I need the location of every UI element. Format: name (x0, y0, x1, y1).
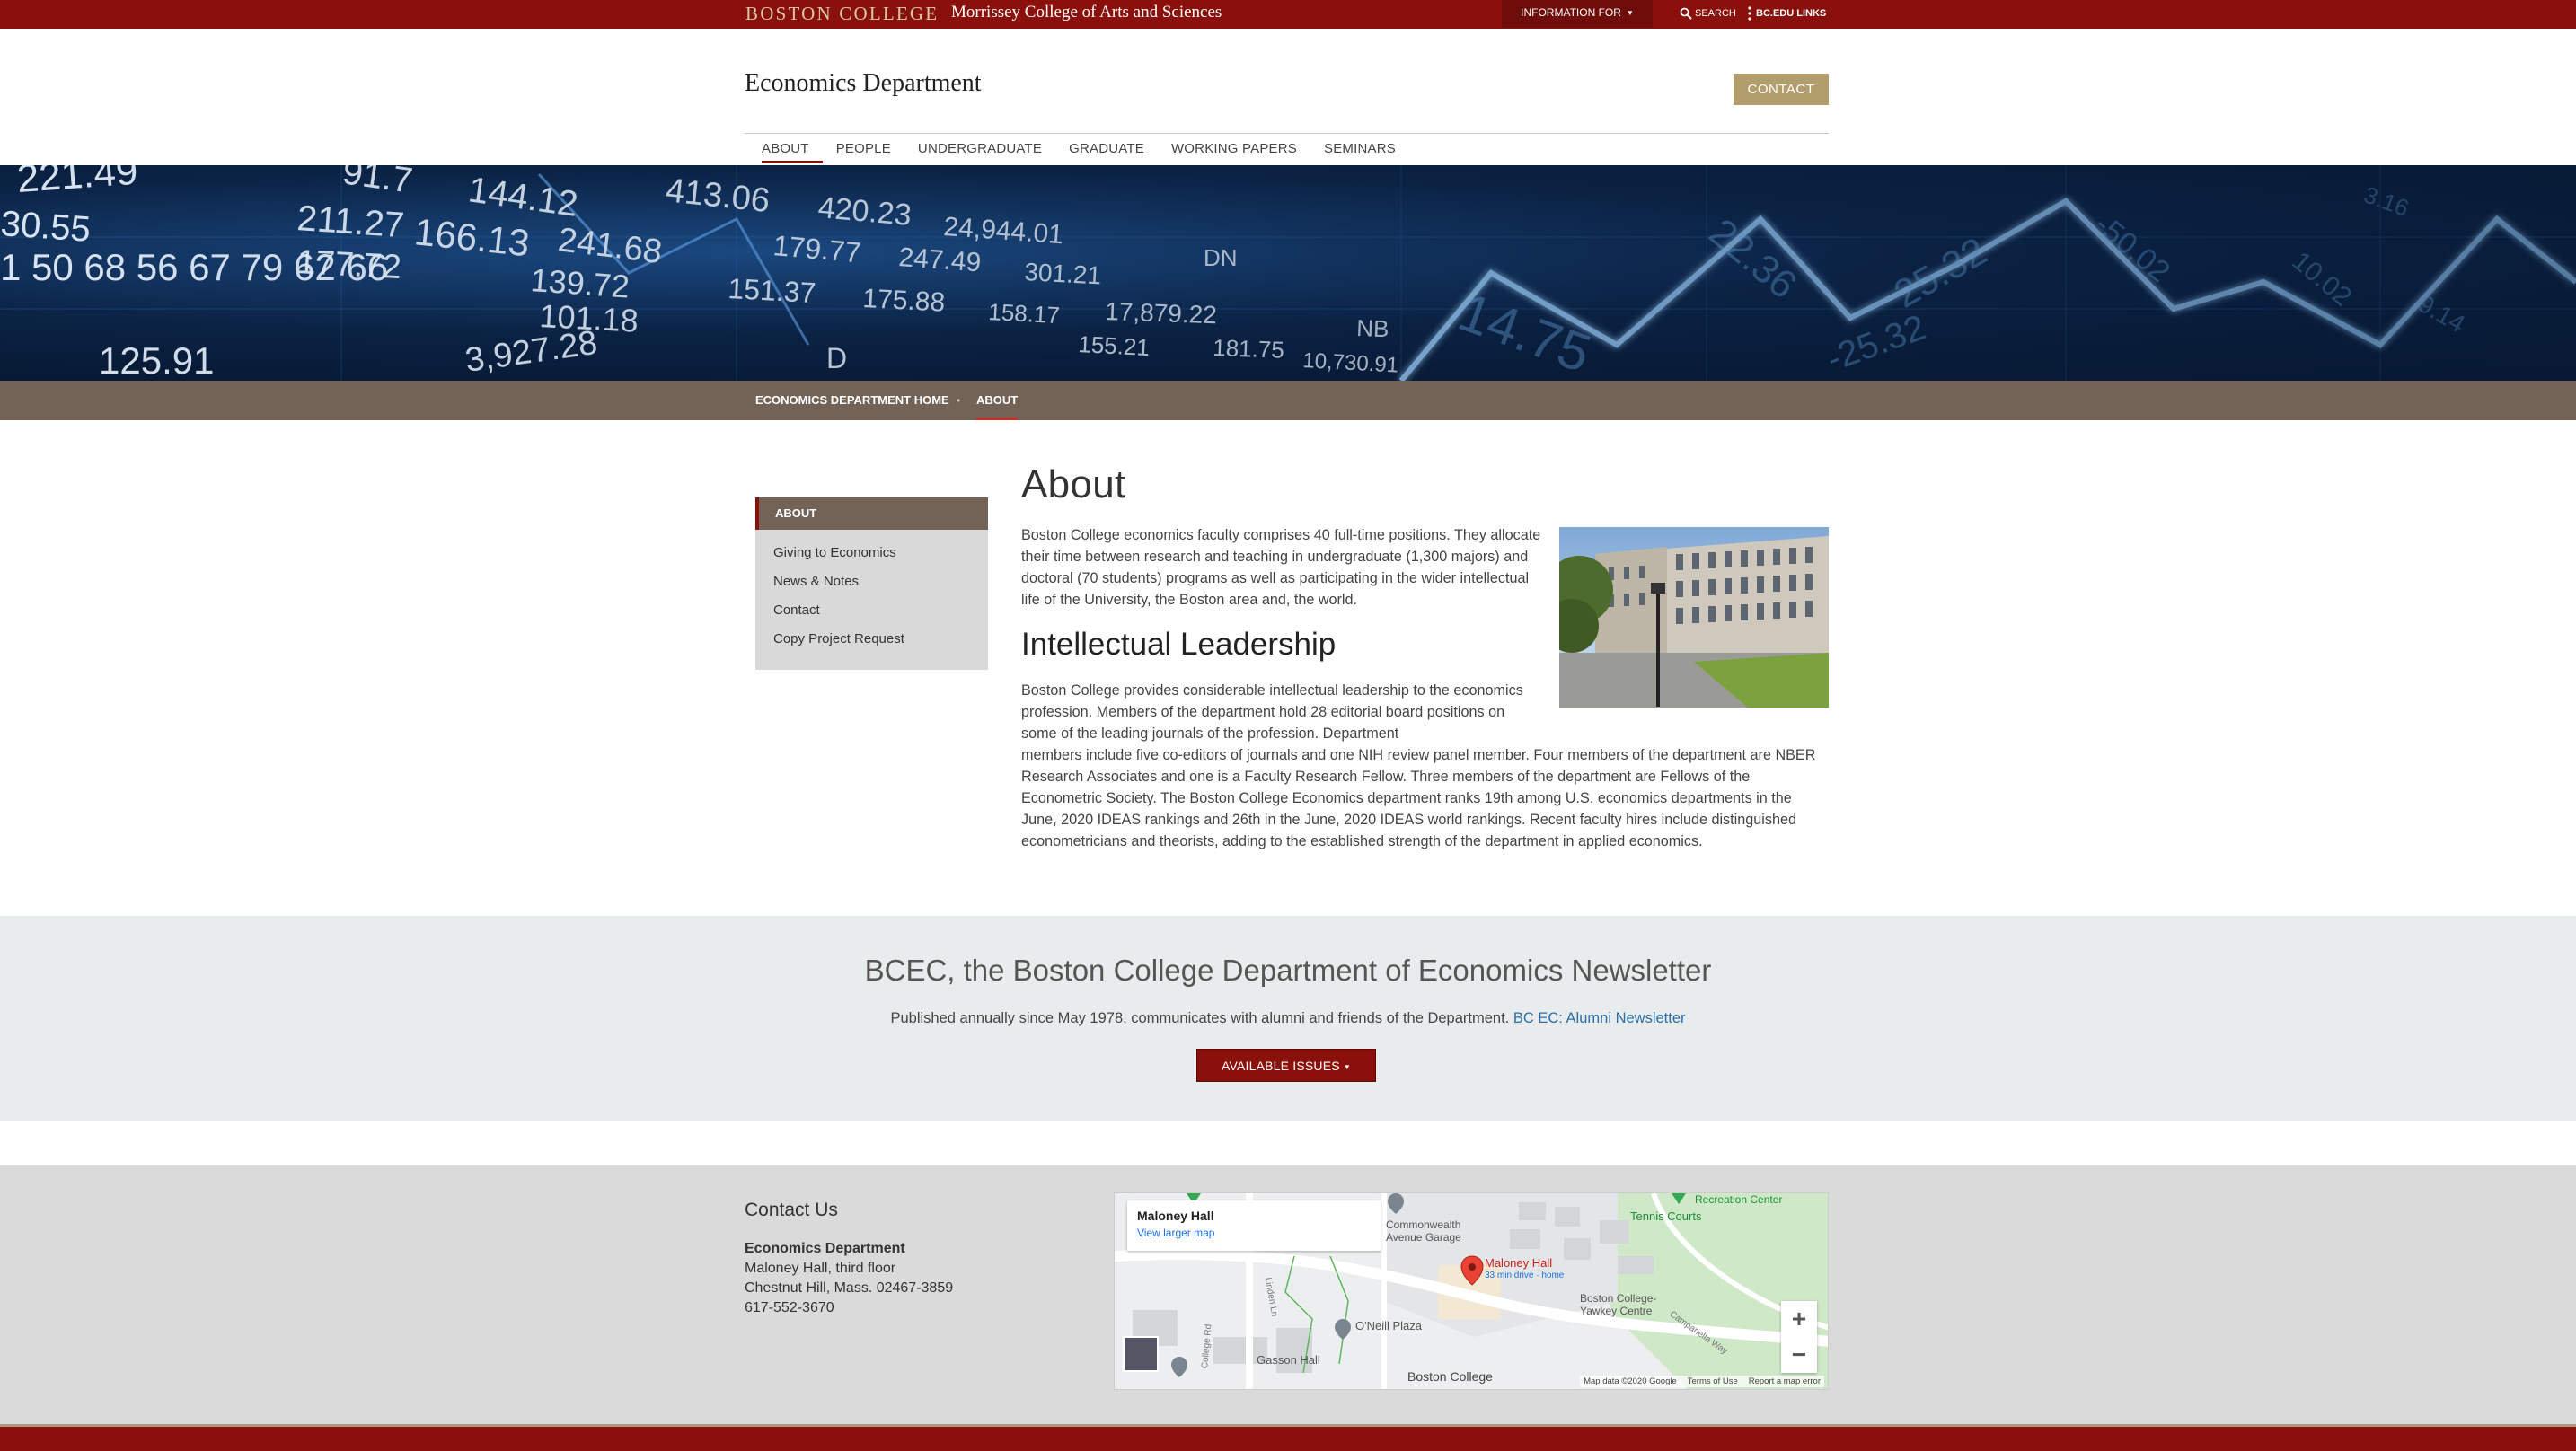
map-info-card: Maloney Hall View larger map (1127, 1200, 1381, 1251)
available-issues-label: AVAILABLE ISSUES (1221, 1059, 1340, 1073)
section-sidebar: ABOUT Giving to Economics News & Notes C… (755, 497, 988, 670)
map-label-boston-college: Boston College (1407, 1369, 1493, 1384)
nav-item-people[interactable]: PEOPLE (823, 135, 904, 163)
map-label-gasson: Gasson Hall (1257, 1353, 1320, 1367)
bc-edu-links-button[interactable]: BC.EDU LINKS (1748, 0, 1826, 27)
map-pin-sublabel: 33 min drive · home (1485, 1271, 1565, 1280)
nav-item-about[interactable]: ABOUT (745, 135, 823, 163)
zoom-out-button[interactable]: − (1781, 1337, 1817, 1373)
sidebar-item-contact[interactable]: Contact (755, 596, 988, 625)
main-content: About Boston College economics faculty c… (1021, 462, 1830, 849)
map-report-error-link[interactable]: Report a map error (1749, 1376, 1821, 1386)
global-top-bar: BOSTON COLLEGE Morrissey College of Arts… (0, 0, 2576, 29)
nav-item-undergraduate[interactable]: UNDERGRADUATE (904, 135, 1055, 163)
intellectual-leadership-text-b: members include five co-editors of journ… (1021, 747, 1816, 849)
bc-edu-links-label: BC.EDU LINKS (1756, 8, 1827, 19)
map-label-yawkey: Boston College-Yawkey Centre (1580, 1292, 1657, 1317)
map-attribution: Map data ©2020 Google Terms of Use Repor… (1580, 1376, 1824, 1387)
address-line-1: Maloney Hall, third floor (745, 1261, 896, 1276)
zoom-in-button[interactable]: + (1781, 1301, 1817, 1337)
header-divider (745, 133, 1829, 134)
map-pin-label: Maloney Hall (1485, 1256, 1553, 1270)
sidebar-item-copy-project-request[interactable]: Copy Project Request (755, 625, 988, 654)
map-place-name: Maloney Hall (1137, 1209, 1214, 1223)
sidebar-item-news-notes[interactable]: News & Notes (755, 567, 988, 596)
embedded-map[interactable]: Maloney Hall 33 min drive · home Recreat… (1114, 1192, 1829, 1390)
site-title[interactable]: Economics Department (745, 69, 982, 98)
address-phone: 617-552-3670 (745, 1300, 834, 1315)
breadcrumb-separator-icon: • (957, 394, 961, 407)
contact-button[interactable]: CONTACT (1734, 74, 1829, 105)
map-label-garage: Commonwealth Avenue Garage (1386, 1218, 1461, 1244)
caret-down-icon: ▼ (1626, 9, 1634, 17)
alumni-newsletter-link[interactable]: BC EC: Alumni Newsletter (1513, 1010, 1686, 1026)
sidebar-heading-about[interactable]: ABOUT (755, 497, 988, 530)
breadcrumb-current: ABOUT (976, 381, 1019, 420)
about-intro-text: Boston College economics faculty compris… (1021, 527, 1541, 608)
view-larger-map-link[interactable]: View larger map (1137, 1227, 1371, 1239)
breadcrumb: ECONOMICS DEPARTMENT HOME • ABOUT (0, 381, 2576, 420)
map-label-recreation: Recreation Center (1695, 1193, 1783, 1206)
available-issues-button[interactable]: AVAILABLE ISSUES ▼ (1196, 1049, 1376, 1082)
map-data-credit: Map data ©2020 Google (1584, 1376, 1677, 1386)
school-name-link[interactable]: Morrissey College of Arts and Sciences (951, 3, 1222, 22)
map-zoom-controls: + − (1781, 1301, 1817, 1373)
address-block: Economics Department Maloney Hall, third… (745, 1239, 953, 1318)
global-footer-bar (0, 1424, 2576, 1451)
intellectual-leadership-text: Boston College provides considerable int… (1021, 680, 1830, 852)
nav-item-graduate[interactable]: GRADUATE (1055, 135, 1158, 163)
caret-down-icon: ▼ (1343, 1063, 1352, 1071)
breadcrumb-home-link[interactable]: ECONOMICS DEPARTMENT HOME (755, 381, 949, 420)
newsletter-heading: BCEC, the Boston College Department of E… (864, 954, 1712, 987)
map-label-tennis: Tennis Courts (1630, 1209, 1702, 1223)
newsletter-section: BCEC, the Boston College Department of E… (0, 916, 2576, 1121)
map-label-oneill: O'Neill Plaza (1355, 1319, 1423, 1332)
intellectual-leadership-heading: Intellectual Leadership (1021, 627, 1337, 662)
boston-college-logo[interactable]: BOSTON COLLEGE (745, 3, 939, 25)
address-department: Economics Department (745, 1241, 905, 1256)
sidebar-list: Giving to Economics News & Notes Contact… (755, 530, 988, 654)
map-terms-link[interactable]: Terms of Use (1688, 1376, 1738, 1386)
information-for-label: INFORMATION FOR (1521, 6, 1621, 19)
information-for-dropdown[interactable]: INFORMATION FOR ▼ (1502, 0, 1653, 28)
main-nav: ABOUT PEOPLE UNDERGRADUATE GRADUATE WORK… (745, 135, 1409, 163)
vertical-dots-icon (1748, 6, 1751, 21)
nav-item-working-papers[interactable]: WORKING PAPERS (1158, 135, 1310, 163)
sidebar-item-giving[interactable]: Giving to Economics (755, 539, 988, 567)
page-title: About (1021, 462, 1126, 506)
contact-us-heading: Contact Us (745, 1200, 838, 1220)
newsletter-text: Published annually since May 1978, commu… (890, 1010, 1510, 1026)
search-label: SEARCH (1695, 8, 1736, 19)
contact-footer: Contact Us Economics Department Maloney … (0, 1165, 2576, 1424)
newsletter-description: Published annually since May 1978, commu… (0, 1010, 2576, 1027)
nav-item-seminars[interactable]: SEMINARS (1310, 135, 1409, 163)
search-icon (1680, 7, 1692, 20)
intellectual-leadership-text-a: Boston College provides considerable int… (1021, 682, 1523, 742)
hero-banner: 221.4991.7144.12413.06420.2324,944.0130.… (0, 165, 2576, 381)
address-line-2: Chestnut Hill, Mass. 02467-3859 (745, 1280, 954, 1296)
hero-stock-ticker-graphic: 221.4991.7144.12413.06420.2324,944.0130.… (0, 165, 2576, 381)
search-button[interactable]: SEARCH (1680, 0, 1736, 27)
